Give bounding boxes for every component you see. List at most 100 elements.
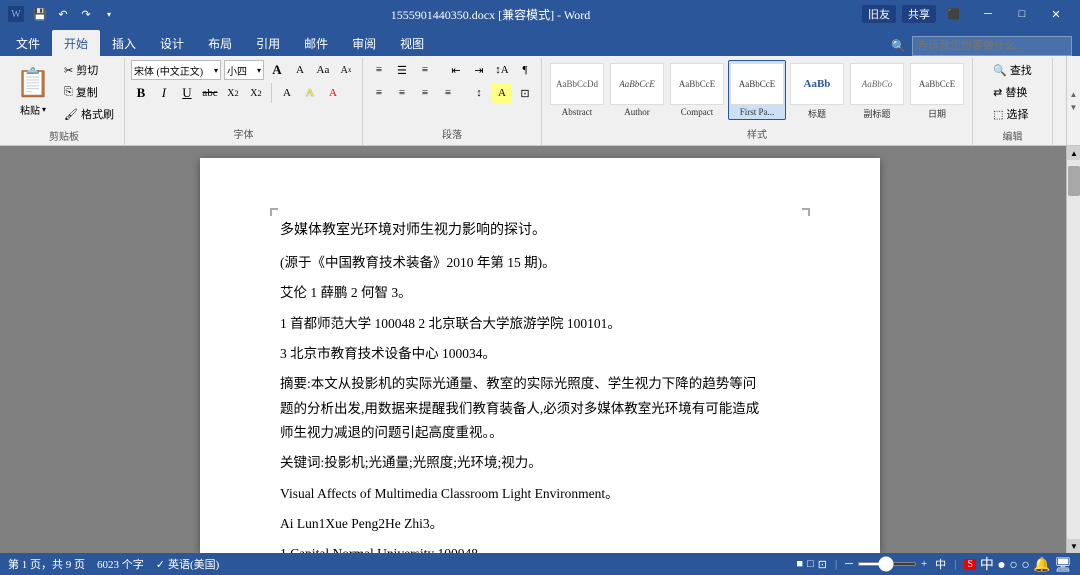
multilevel-btn[interactable]: ≡ (415, 60, 435, 80)
italic-button[interactable]: I (154, 83, 174, 103)
quick-access-toolbar: 💾 ↶ ↷ ▾ (30, 4, 119, 24)
select-button[interactable]: ⬚ 选择 (989, 104, 1032, 124)
window-title: 1555901440350.docx [兼容模式] - Word (119, 6, 862, 23)
zoom-in-btn[interactable]: + (921, 558, 927, 570)
replace-icon: ⇄ (993, 86, 1002, 99)
find-button[interactable]: 🔍 查找 (989, 60, 1036, 80)
doc-line-1: 多媒体教室光环境对师生视力影响的探讨。 (280, 218, 800, 243)
document-page[interactable]: 多媒体教室光环境对师生视力影响的探讨。 (源于《中国教育技术装备》2010 年第… (200, 158, 880, 553)
font-label: 字体 (131, 124, 356, 143)
justify-btn[interactable]: ≡ (438, 83, 458, 103)
sort-btn[interactable]: ↕A (492, 60, 512, 80)
tab-design[interactable]: 设计 (148, 30, 196, 56)
style-subtitle[interactable]: AaBbCo 副标题 (848, 60, 906, 123)
superscript-button[interactable]: X2 (246, 83, 266, 103)
scroll-up-icon[interactable]: ▲ (1070, 90, 1078, 99)
highlight-btn[interactable]: A (300, 83, 320, 103)
styles-label: 样式 (548, 124, 966, 143)
scroll-up-button[interactable]: ▲ (1067, 146, 1080, 160)
numbering-btn[interactable]: ☰ (392, 60, 412, 80)
ssg-icon: S (964, 559, 976, 570)
replace-button[interactable]: ⇄ 替换 (989, 82, 1031, 102)
customize-icon[interactable]: ▾ (99, 4, 119, 24)
tab-layout[interactable]: 布局 (196, 30, 244, 56)
align-left-btn[interactable]: ≡ (369, 83, 389, 103)
scroll-thumb[interactable] (1068, 166, 1080, 196)
align-center-btn[interactable]: ≡ (392, 83, 412, 103)
zoom-slider[interactable] (857, 562, 917, 566)
search-input[interactable] (912, 36, 1072, 56)
strikethrough-button[interactable]: abc (200, 83, 220, 103)
font-name-select[interactable]: 宋体 (中文正文) ▾ (131, 60, 221, 80)
increase-indent-btn[interactable]: ⇥ (469, 60, 489, 80)
close-btn[interactable]: ✕ (1040, 0, 1072, 28)
view-read-btn[interactable]: ⊡ (818, 558, 827, 571)
tab-review[interactable]: 审阅 (340, 30, 388, 56)
copy-button[interactable]: ⎘ 复制 (60, 82, 118, 102)
tab-references[interactable]: 引用 (244, 30, 292, 56)
restore-btn[interactable]: ⬛ (938, 0, 970, 28)
style-heading1[interactable]: AaBb 标题 (788, 60, 846, 123)
clear-format-btn[interactable]: Ax (336, 60, 356, 80)
decrease-indent-btn[interactable]: ⇤ (446, 60, 466, 80)
redo-icon[interactable]: ↷ (76, 4, 96, 24)
zoom-level: 中 (935, 556, 946, 572)
maximize-btn[interactable]: □ (1006, 0, 1038, 28)
ribbon-scroll[interactable]: ▲ ▼ (1066, 56, 1080, 145)
user-label[interactable]: 旧友 (862, 5, 896, 23)
style-abstract[interactable]: AaBbCcDd Abstract (548, 60, 606, 120)
scroll-down-icon[interactable]: ▼ (1070, 103, 1078, 112)
doc-line-2: (源于《中国教育技术装备》2010 年第 15 期)。 (280, 251, 800, 275)
align-right-btn[interactable]: ≡ (415, 83, 435, 103)
font-size-decrease-btn[interactable]: A (290, 60, 310, 80)
show-formatting-btn[interactable]: ¶ (515, 60, 535, 80)
paste-dropdown-icon[interactable]: ▾ (42, 105, 46, 114)
scroll-down-button[interactable]: ▼ (1067, 539, 1080, 553)
style-subtitle-label: 副标题 (863, 107, 890, 120)
save-icon[interactable]: 💾 (30, 4, 50, 24)
text-effect-btn[interactable]: A (277, 83, 297, 103)
style-compact[interactable]: AaBbCcE Compact (668, 60, 726, 120)
subscript-button[interactable]: X2 (223, 83, 243, 103)
document-scrollbar[interactable]: ▲ ▼ (1066, 146, 1080, 553)
cut-button[interactable]: ✂ 剪切 (60, 60, 118, 80)
borders-btn[interactable]: ⊡ (515, 83, 535, 103)
tab-file[interactable]: 文件 (4, 30, 52, 56)
style-date[interactable]: AaBbCcE 日期 (908, 60, 966, 123)
tab-mail[interactable]: 邮件 (292, 30, 340, 56)
line-spacing-btn[interactable]: ↕ (469, 83, 489, 103)
find-icon: 🔍 (993, 64, 1007, 77)
status-left: 第 1 页，共 9 页 6023 个字 ✓ 英语(美国) (8, 556, 219, 572)
taskbar-icons: 中 ● ○ ○ 🔔 🖥 (980, 554, 1072, 574)
doc-line-6: 摘要:本文从投影机的实际光通量、教室的实际光照度、学生视力下降的趋势等问题的分析… (280, 372, 800, 445)
para-align-row: ≡ ≡ ≡ ≡ ↕ A ⊡ (369, 83, 535, 103)
font-group: 宋体 (中文正文) ▾ 小四 ▾ A A Aa Ax B I U abc X2 … (125, 58, 363, 145)
paste-button[interactable]: 📋 粘贴 ▾ (10, 60, 56, 122)
view-web-btn[interactable]: □ (807, 558, 814, 570)
tab-insert[interactable]: 插入 (100, 30, 148, 56)
format-painter-button[interactable]: 🖌 格式刷 (60, 104, 118, 124)
shading-btn[interactable]: A (492, 83, 512, 103)
doc-line-4: 1 首都师范大学 100048 2 北京联合大学旅游学院 100101。 (280, 312, 800, 336)
view-print-btn[interactable]: ■ (796, 558, 803, 570)
bullets-btn[interactable]: ≡ (369, 60, 389, 80)
font-size-increase-btn[interactable]: A (267, 60, 287, 80)
paragraph-label: 段落 (369, 124, 535, 143)
underline-button[interactable]: U (177, 83, 197, 103)
style-author[interactable]: AaBbCcE Author (608, 60, 666, 120)
share-label[interactable]: 共享 (902, 5, 936, 23)
font-size-select[interactable]: 小四 ▾ (224, 60, 264, 80)
change-case-btn[interactable]: Aa (313, 60, 333, 80)
bold-button[interactable]: B (131, 83, 151, 103)
style-firstpara[interactable]: AaBbCcE First Pa... (728, 60, 786, 120)
zoom-out-btn[interactable]: ─ (845, 558, 853, 570)
minimize-btn[interactable]: ─ (972, 0, 1004, 28)
paragraph-group: ≡ ☰ ≡ ⇤ ⇥ ↕A ¶ ≡ ≡ ≡ ≡ ↕ A ⊡ 段落 (363, 58, 542, 145)
undo-icon[interactable]: ↶ (53, 4, 73, 24)
tab-home[interactable]: 开始 (52, 30, 100, 56)
font-color-btn[interactable]: A (323, 83, 343, 103)
tab-view[interactable]: 视图 (388, 30, 436, 56)
editing-label: 编辑 (979, 126, 1046, 145)
status-right: ■ □ ⊡ | ─ + 中 | S 中 ● ○ ○ 🔔 🖥 (796, 554, 1072, 574)
corner-mark-tl (270, 208, 278, 216)
